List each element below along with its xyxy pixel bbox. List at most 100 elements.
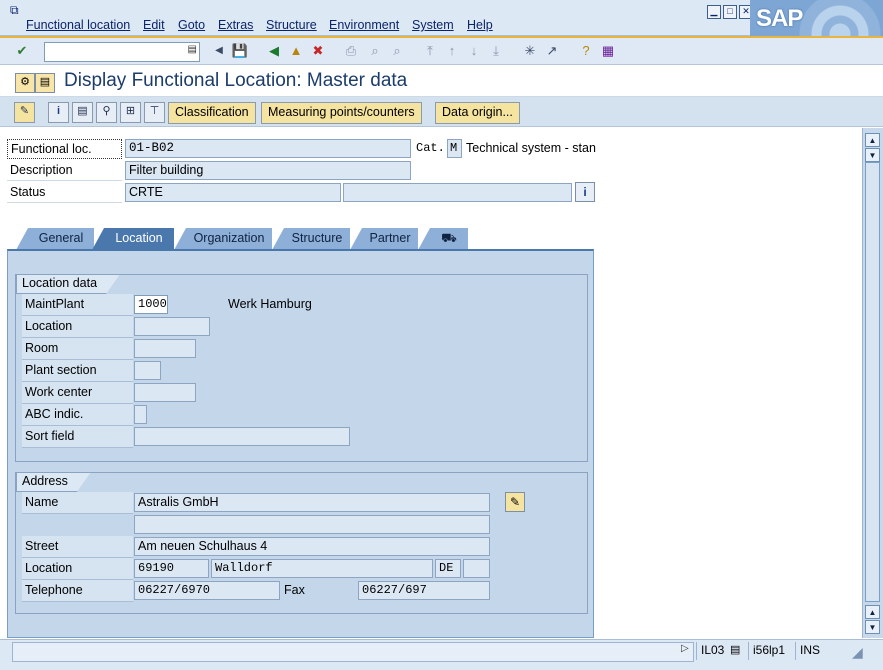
transaction-list-icon[interactable]: ▤ <box>730 643 740 656</box>
menu-structure[interactable]: Structure <box>266 18 317 32</box>
status-field[interactable]: CRTE <box>125 183 341 202</box>
maint-plant-text: Werk Hamburg <box>228 297 312 311</box>
exit-icon[interactable]: ▲ <box>287 42 305 60</box>
country-field[interactable]: DE <box>435 559 461 578</box>
display-change-toggle-icon[interactable]: ✎ <box>14 102 35 123</box>
title-bar: ⚙ ▤ Display Functional Location: Master … <box>0 66 883 97</box>
sort-field[interactable] <box>134 427 350 446</box>
document-icon[interactable]: ▤ <box>35 73 55 93</box>
prev-page-icon[interactable]: ↑ <box>443 42 461 60</box>
address-group: Address Name Astralis GmbH ✎ Street Am n… <box>15 472 588 614</box>
vertical-scrollbar[interactable]: ▲ ▼ ▲ ▼ <box>862 128 883 638</box>
binoculars-icon[interactable]: ⚲ <box>96 102 117 123</box>
status-info-icon[interactable]: i <box>575 182 595 202</box>
menu-goto[interactable]: Goto <box>178 18 205 32</box>
description-field[interactable]: Filter building <box>125 161 411 180</box>
display-change-icon[interactable]: ⚙ <box>15 73 35 93</box>
functional-location-label: Functional loc. <box>7 139 122 159</box>
last-page-icon[interactable]: ⤓ <box>487 42 505 60</box>
scroll-thumb[interactable] <box>865 162 880 602</box>
minimize-icon[interactable]: ▁ <box>707 5 721 19</box>
long-text-icon[interactable]: ▤ <box>72 102 93 123</box>
menu-environment[interactable]: Environment <box>329 18 399 32</box>
menu-functional-location[interactable]: Functional location <box>26 18 130 32</box>
shortcut-icon[interactable]: ↗ <box>543 42 561 60</box>
category-field[interactable]: M <box>447 139 462 158</box>
functional-location-field[interactable]: 01-B02 <box>125 139 411 158</box>
scroll-up-icon[interactable]: ▼ <box>865 148 880 162</box>
menu-bar: ⧉ Functional location Edit Goto Extras S… <box>0 0 883 36</box>
status-label: Status <box>7 183 122 203</box>
address-location-label: Location <box>22 558 133 580</box>
classification-button[interactable]: Classification <box>168 102 256 124</box>
scroll-top-icon[interactable]: ▲ <box>865 133 880 147</box>
description-label: Description <box>7 161 122 181</box>
layout-icon[interactable]: ▦ <box>599 42 617 60</box>
structure-list-icon[interactable]: ⊞ <box>120 102 141 123</box>
name-label: Name <box>22 492 133 514</box>
abc-indicator-field[interactable] <box>134 405 147 424</box>
sap-logo: SAP <box>750 0 883 36</box>
hierarchy-icon[interactable]: ⊤ <box>144 102 165 123</box>
menu-extras[interactable]: Extras <box>218 18 253 32</box>
fax-field[interactable]: 06227/697 <box>358 581 490 600</box>
resize-grip-icon[interactable]: ◢ <box>852 644 863 661</box>
status-expand-icon[interactable]: ▷ <box>681 643 689 654</box>
location-field[interactable] <box>134 317 210 336</box>
standard-toolbar: ✔ ▤ ◀ 💾 ◀ ▲ ✖ ⎙ ⌕ ⌕ ⤒ ↑ ↓ ⤓ ✳ ↗ ? ▦ <box>0 36 883 65</box>
city-field[interactable]: Walldorf <box>211 559 433 578</box>
new-session-icon[interactable]: ✳ <box>521 42 539 60</box>
tab-general[interactable]: General <box>16 228 94 250</box>
next-page-icon[interactable]: ↓ <box>465 42 483 60</box>
tab-organization[interactable]: Organization <box>174 228 272 250</box>
menu-help[interactable]: Help <box>467 18 493 32</box>
status-extra-field[interactable] <box>343 183 572 202</box>
command-history-icon[interactable]: ▤ <box>188 44 197 55</box>
plant-section-field[interactable] <box>134 361 161 380</box>
address-edit-icon[interactable]: ✎ <box>505 492 525 512</box>
scroll-down-icon[interactable]: ▲ <box>865 605 880 619</box>
window-menu-icon[interactable]: ⧉ <box>10 3 19 18</box>
tab-location[interactable]: Location <box>92 228 174 250</box>
category-text: Technical system - stan <box>466 141 596 155</box>
measuring-points-button[interactable]: Measuring points/counters <box>261 102 422 124</box>
scroll-bottom-icon[interactable]: ▼ <box>865 620 880 634</box>
maximize-icon[interactable]: □ <box>723 5 737 19</box>
cancel-icon[interactable]: ✖ <box>309 42 327 60</box>
name-2-field[interactable] <box>134 515 490 534</box>
name-field[interactable]: Astralis GmbH <box>134 493 490 512</box>
tab-structure[interactable]: Structure <box>272 228 350 250</box>
collapse-icon[interactable]: ◀ <box>210 42 228 60</box>
tab-more-icon[interactable]: ⛟ <box>418 228 468 250</box>
save-icon[interactable]: 💾 <box>231 42 249 60</box>
print-icon[interactable]: ⎙ <box>342 42 360 60</box>
enter-icon[interactable]: ✔ <box>13 42 31 60</box>
find-icon[interactable]: ⌕ <box>366 42 384 60</box>
plant-section-label: Plant section <box>22 360 133 382</box>
status-bar: ▷ IL03 ▤ i56lp1 INS ◢ <box>0 639 883 670</box>
room-field[interactable] <box>134 339 196 358</box>
first-page-icon[interactable]: ⤒ <box>421 42 439 60</box>
find-next-icon[interactable]: ⌕ <box>388 42 406 60</box>
back-icon[interactable]: ◀ <box>265 42 283 60</box>
maint-plant-field[interactable]: 1000 <box>134 295 168 314</box>
sap-logo-text: SAP <box>756 5 803 32</box>
command-field[interactable]: ▤ <box>44 42 200 62</box>
postal-code-field[interactable]: 69190 <box>134 559 209 578</box>
menu-system[interactable]: System <box>412 18 454 32</box>
data-origin-button[interactable]: Data origin... <box>435 102 520 124</box>
page-title: Display Functional Location: Master data <box>64 70 408 91</box>
abc-indicator-label: ABC indic. <box>22 404 133 426</box>
region-field[interactable] <box>463 559 490 578</box>
menu-edit[interactable]: Edit <box>143 18 165 32</box>
telephone-field[interactable]: 06227/6970 <box>134 581 280 600</box>
info-icon[interactable]: i <box>48 102 69 123</box>
category-label: Cat. <box>416 141 445 155</box>
help-icon[interactable]: ? <box>577 42 595 60</box>
street-label: Street <box>22 536 133 558</box>
work-center-field[interactable] <box>134 383 196 402</box>
tab-partner[interactable]: Partner <box>350 228 418 250</box>
maint-plant-label: MaintPlant <box>22 294 133 316</box>
street-field[interactable]: Am neuen Schulhaus 4 <box>134 537 490 556</box>
location-label: Location <box>22 316 133 338</box>
